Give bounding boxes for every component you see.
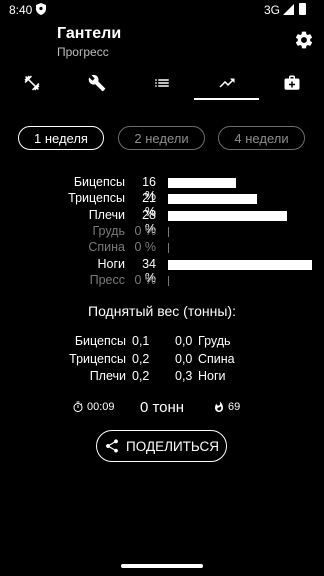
muscle-bar <box>168 178 236 188</box>
muscle-name: Ноги <box>97 256 125 271</box>
signal-icon <box>283 4 294 15</box>
briefcase-plus-icon <box>284 75 300 90</box>
calories-stat: 69 <box>213 401 240 413</box>
status-bar: 8:40 3G <box>0 0 324 20</box>
muscle-row: Грудь 0 % <box>0 224 324 240</box>
week-filter-1[interactable]: 1 неделя <box>18 126 104 150</box>
week-filter-4[interactable]: 4 недели <box>218 126 305 150</box>
muscle-bar-empty <box>168 275 169 286</box>
muscle-row: Ноги 34 % <box>0 256 324 285</box>
shield-icon <box>36 3 46 15</box>
muscle-row: Трицепсы 21 % <box>0 191 324 219</box>
weight-right-value: 0,0 <box>175 351 193 366</box>
muscle-name: Пресс <box>89 272 125 287</box>
weight-title: Поднятый вес (тонны): <box>88 303 236 319</box>
page-subtitle: Прогресс <box>57 45 109 59</box>
network-type: 3G <box>263 3 280 17</box>
muscle-bar <box>168 259 312 270</box>
muscle-name: Спина <box>88 240 125 255</box>
muscle-name: Плечи <box>88 207 125 222</box>
tab-list[interactable] <box>130 70 195 96</box>
weight-left-value: 0,2 <box>132 369 150 383</box>
weight-right-value: 0,0 <box>175 334 193 348</box>
weight-row: Бицепсы 0,1 0,0 Грудь <box>0 334 324 352</box>
active-tab-indicator <box>194 98 259 100</box>
tab-progress[interactable] <box>194 70 259 96</box>
weight-right-name: Спина <box>198 351 235 366</box>
weight-left-value: 0,1 <box>132 334 150 348</box>
weight-row: Трицепсы 0,2 0,0 Спина <box>0 352 324 370</box>
muscle-percent: 0 % <box>134 223 156 238</box>
share-label: ПОДЕЛИТЬСЯ <box>126 438 219 454</box>
tab-exercises[interactable] <box>0 70 65 96</box>
status-time: 8:40 <box>9 3 33 17</box>
gear-icon[interactable] <box>294 30 314 50</box>
app-title: Гантели <box>57 25 122 42</box>
dumbbell-icon <box>24 75 40 91</box>
weight-left-name: Трицепсы <box>69 351 126 366</box>
calories-value: 69 <box>228 401 241 413</box>
tab-workout-bag[interactable] <box>259 70 324 96</box>
weight-left-value: 0,2 <box>132 351 150 366</box>
weight-right-name: Грудь <box>198 334 231 348</box>
muscle-name: Трицепсы <box>68 191 125 206</box>
muscle-row: Плечи 28 % <box>0 207 324 236</box>
muscle-bar <box>168 194 257 205</box>
fire-icon <box>215 401 223 412</box>
muscle-bar-empty <box>168 243 169 254</box>
share-icon <box>106 439 119 453</box>
muscle-row: Бицепсы 16 % <box>0 175 324 203</box>
gesture-nav-bar[interactable] <box>121 564 203 568</box>
muscle-percent: 0 % <box>134 272 156 287</box>
muscle-percent: 0 % <box>134 240 156 255</box>
muscle-row: Спина 0 % <box>0 240 324 256</box>
total-weight: 0 тонн <box>139 399 185 416</box>
muscle-row: Пресс 0 % <box>0 273 324 289</box>
trending-up-icon <box>219 78 235 88</box>
weight-right-value: 0,3 <box>175 369 193 383</box>
weight-left-name: Бицепсы <box>74 334 126 348</box>
muscle-name: Грудь <box>92 223 125 238</box>
muscle-name: Бицепсы <box>73 175 125 189</box>
list-icon <box>155 79 169 87</box>
muscle-bar-empty <box>168 226 169 237</box>
tab-settings-tools[interactable] <box>65 70 130 96</box>
weight-left-name: Плечи <box>89 369 126 383</box>
weight-right-name: Ноги <box>198 369 226 383</box>
battery-icon <box>299 3 306 15</box>
weight-row: Плечи 0,2 0,3 Ноги <box>0 369 324 387</box>
week-filter-2[interactable]: 2 недели <box>118 126 205 150</box>
share-button[interactable]: ПОДЕЛИТЬСЯ <box>96 430 227 462</box>
muscle-bar <box>168 210 287 221</box>
wrench-icon <box>88 74 106 92</box>
